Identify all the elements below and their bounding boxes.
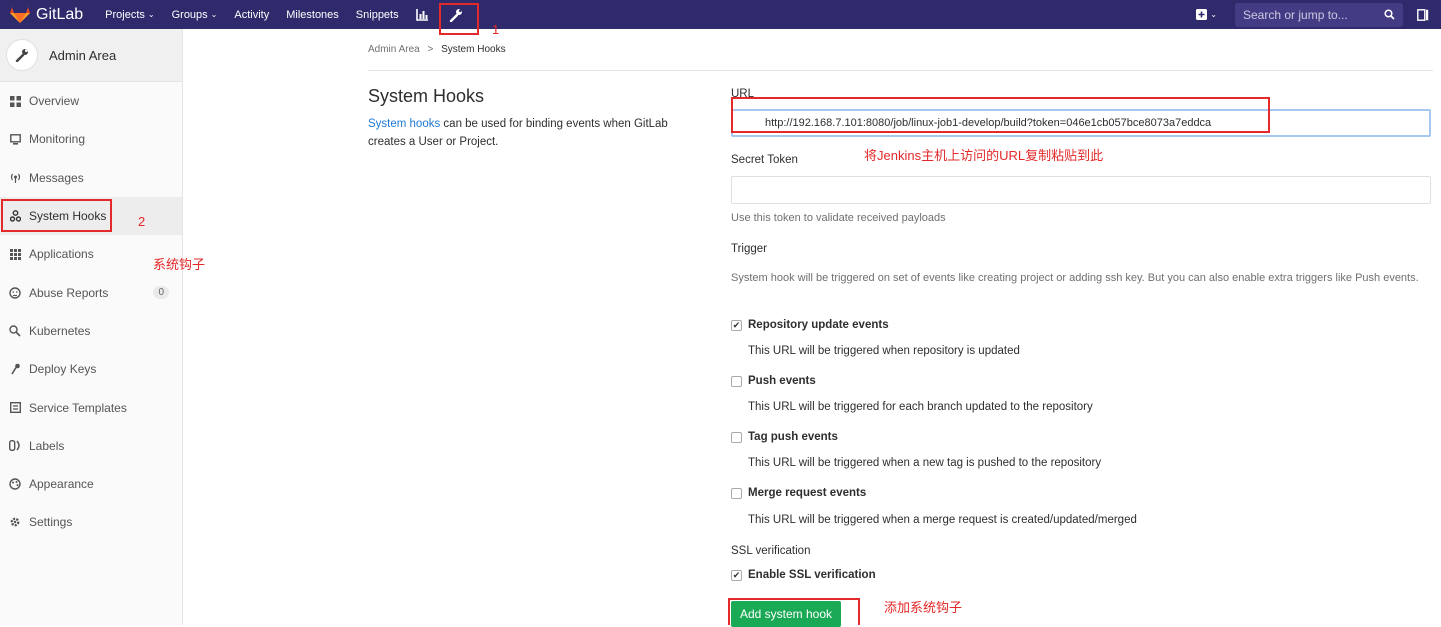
sidebar-item-label: Appearance <box>29 477 94 492</box>
ssl-checkbox[interactable]: ✔ <box>731 569 742 581</box>
search-input[interactable]: Search or jump to... <box>1235 2 1403 27</box>
monitor-icon <box>8 132 22 146</box>
breadcrumb-separator: > <box>427 44 434 55</box>
merge-request-desc: This URL will be triggered when a merge … <box>748 514 1137 526</box>
key-icon <box>8 362 22 376</box>
push-events-desc: This URL will be triggered for each bran… <box>748 401 1093 413</box>
merge-request-label: Merge request events <box>748 487 867 499</box>
sidebar-item-label: Overview <box>29 94 80 109</box>
nav-groups[interactable]: Groups ⌄ <box>172 9 218 21</box>
broadcast-icon <box>8 171 22 185</box>
sidebar-item-messages[interactable]: Messages <box>0 159 182 197</box>
sidebar: Admin Area Overview Monitoring Messages … <box>0 29 183 625</box>
breadcrumb-current: System Hooks <box>441 44 506 55</box>
search-icon <box>1384 9 1395 20</box>
ssl-verification-label: SSL verification <box>731 545 811 557</box>
annotation-number-1: 1 <box>492 22 500 37</box>
breadcrumb: Admin Area > System Hooks <box>368 44 506 55</box>
sidebar-item-labels[interactable]: Labels <box>0 427 182 465</box>
repository-update-label: Repository update events <box>748 319 889 331</box>
sidebar-title: Admin Area <box>49 47 117 63</box>
sidebar-item-deploy-keys[interactable]: Deploy Keys <box>0 350 182 388</box>
annotation-button-note: 添加系统钩子 <box>884 600 963 615</box>
sidebar-item-label: Deploy Keys <box>29 362 97 377</box>
apps-icon <box>8 247 22 261</box>
gear-icon <box>8 515 22 529</box>
annotation-box-url <box>731 97 1270 133</box>
secret-token-input[interactable] <box>731 176 1431 204</box>
repository-update-checkbox-row[interactable]: ✔ Repository update events <box>731 319 889 331</box>
trigger-help: System hook will be triggered on set of … <box>731 272 1419 284</box>
repository-update-desc: This URL will be triggered when reposito… <box>748 345 1020 357</box>
nav-projects[interactable]: Projects ⌄ <box>105 9 154 21</box>
page-title: System Hooks <box>368 86 485 106</box>
push-events-checkbox[interactable] <box>731 375 742 387</box>
todo-icon[interactable] <box>1417 8 1429 21</box>
brand-name: GitLab <box>36 5 84 23</box>
sidebar-item-monitoring[interactable]: Monitoring <box>0 120 182 158</box>
annotation-url-note: 将Jenkins主机上访问的URL复制粘贴到此 <box>864 148 1104 163</box>
sidebar-item-kubernetes[interactable]: Kubernetes <box>0 312 182 350</box>
chevron-down-icon: ⌄ <box>147 10 155 19</box>
secret-token-help: Use this token to validate received payl… <box>731 212 946 224</box>
sidebar-item-settings[interactable]: Settings <box>0 503 182 541</box>
sidebar-item-label: Abuse Reports <box>29 285 109 300</box>
gitlab-fox-icon <box>10 6 30 23</box>
tag-push-checkbox[interactable] <box>731 431 742 443</box>
palette-icon <box>8 477 22 491</box>
sidebar-header[interactable]: Admin Area <box>0 29 182 82</box>
abuse-count-badge: 0 <box>153 286 169 300</box>
annotation-box-wrench <box>439 3 479 35</box>
top-navbar: GitLab Projects ⌄ Groups ⌄ Activity Mile… <box>0 0 1441 29</box>
annotation-box-button <box>728 598 860 625</box>
sidebar-item-label: Settings <box>29 515 73 530</box>
nav-activity[interactable]: Activity <box>234 9 269 21</box>
push-events-checkbox-row[interactable]: Push events <box>731 375 816 387</box>
template-icon <box>8 401 22 415</box>
sidebar-item-label: Applications <box>29 247 94 262</box>
sidebar-item-label: Service Templates <box>29 400 127 415</box>
search-placeholder: Search or jump to... <box>1243 7 1348 22</box>
sidebar-item-label: Labels <box>29 438 65 453</box>
chart-icon[interactable] <box>415 8 429 21</box>
annotation-number-2: 2 <box>138 214 146 229</box>
annotation-sidebar-note: 系统钩子 <box>153 257 206 272</box>
plus-square-icon <box>1196 9 1208 20</box>
new-dropdown[interactable]: ⌄ <box>1196 9 1217 20</box>
breadcrumb-admin-area[interactable]: Admin Area <box>368 44 420 55</box>
tag-push-label: Tag push events <box>748 431 838 443</box>
grid-icon <box>8 94 22 108</box>
sidebar-item-appearance[interactable]: Appearance <box>0 465 182 503</box>
ssl-checkbox-row[interactable]: ✔ Enable SSL verification <box>731 569 876 581</box>
secret-token-label: Secret Token <box>731 154 798 166</box>
merge-request-checkbox-row[interactable]: Merge request events <box>731 487 866 499</box>
admin-avatar <box>6 39 38 71</box>
sidebar-item-overview[interactable]: Overview <box>0 82 182 120</box>
abuse-icon <box>8 286 22 300</box>
repository-update-checkbox[interactable]: ✔ <box>731 319 742 331</box>
sidebar-item-service-templates[interactable]: Service Templates <box>0 388 182 426</box>
wrench-icon <box>15 49 28 62</box>
page-description: System hooks can be used for binding eve… <box>368 115 698 151</box>
merge-request-checkbox[interactable] <box>731 487 742 499</box>
chevron-down-icon: ⌄ <box>210 10 218 19</box>
kubernetes-icon <box>8 324 22 338</box>
sidebar-item-label: Messages <box>29 170 84 185</box>
gitlab-logo[interactable]: GitLab <box>10 6 83 24</box>
trigger-label: Trigger <box>731 243 767 255</box>
tag-push-desc: This URL will be triggered when a new ta… <box>748 457 1102 469</box>
sidebar-item-label: Kubernetes <box>29 323 91 338</box>
sidebar-item-abuse-reports[interactable]: Abuse Reports 0 <box>0 273 182 311</box>
nav-snippets[interactable]: Snippets <box>356 9 399 21</box>
push-events-label: Push events <box>748 375 816 387</box>
system-hooks-help-link[interactable]: System hooks <box>368 118 440 130</box>
chevron-down-icon: ⌄ <box>1210 10 1217 19</box>
sidebar-item-label: Monitoring <box>29 132 86 147</box>
tag-push-checkbox-row[interactable]: Tag push events <box>731 431 838 443</box>
ssl-checkbox-label: Enable SSL verification <box>748 569 876 581</box>
annotation-box-system-hooks <box>1 199 112 232</box>
nav-milestones[interactable]: Milestones <box>286 9 339 21</box>
header-divider <box>368 70 1433 71</box>
labels-icon <box>8 439 22 453</box>
